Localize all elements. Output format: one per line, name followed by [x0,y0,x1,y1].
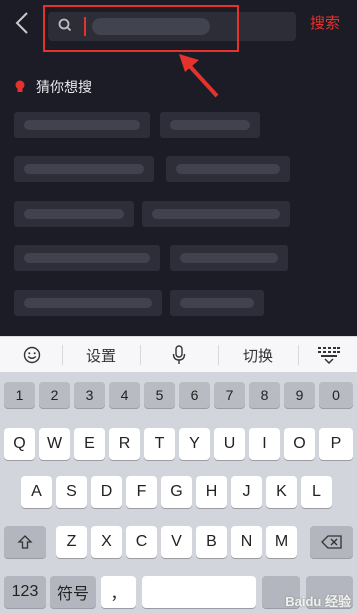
toolbar-divider [62,345,63,365]
key-a[interactable]: A [21,476,52,508]
switch-button[interactable]: 切换 [226,337,290,373]
key-m[interactable]: M [266,526,297,558]
key-g[interactable]: G [161,476,192,508]
key-d[interactable]: D [91,476,122,508]
backspace-icon [320,535,342,549]
key-n[interactable]: N [231,526,262,558]
key-w[interactable]: W [39,428,70,460]
keyboard-toolbar: 设置 切换 [0,336,357,372]
baidu-watermark: Baidu 经验 [285,594,351,609]
key-4[interactable]: 4 [109,382,140,408]
keyboard: 1 2 3 4 5 6 7 8 9 0 Q W E R T Y U I O P … [0,372,357,614]
key-6[interactable]: 6 [179,382,210,408]
suggestion-chip[interactable] [170,290,264,316]
numbers-key[interactable]: 123 [4,576,46,608]
key-i[interactable]: I [249,428,280,460]
key-3[interactable]: 3 [74,382,105,408]
annotation-arrow-icon [179,54,219,98]
key-p[interactable]: P [319,428,353,460]
backspace-key[interactable] [310,526,353,558]
key-u[interactable]: U [214,428,245,460]
key-o[interactable]: O [284,428,315,460]
key-t[interactable]: T [144,428,175,460]
key-2[interactable]: 2 [39,382,70,408]
key-9[interactable]: 9 [284,382,315,408]
search-button[interactable]: 搜索 [310,14,340,34]
key-q[interactable]: Q [4,428,35,460]
symbols-key[interactable]: 符号 [50,576,96,608]
toolbar-divider [218,345,219,365]
key-c[interactable]: C [126,526,157,558]
suggestion-chip[interactable] [14,112,150,138]
key-e[interactable]: E [74,428,105,460]
key-x[interactable]: X [91,526,122,558]
shift-arrow-icon [17,535,33,549]
key-l[interactable]: L [301,476,332,508]
search-page: 搜索 猜你想搜 [0,0,357,336]
key-0[interactable]: 0 [319,382,353,408]
toolbar-divider [140,345,141,365]
key-b[interactable]: B [196,526,227,558]
emoji-icon [23,346,41,364]
suggestion-chip[interactable] [14,290,162,316]
suggestion-chip[interactable] [142,201,290,227]
keyboard-hide-icon [318,347,340,365]
shift-key[interactable] [4,526,46,558]
key-f[interactable]: F [126,476,157,508]
emoji-button[interactable] [8,337,56,373]
key-h[interactable]: H [196,476,227,508]
suggestion-chip[interactable] [160,112,260,138]
key-y[interactable]: Y [179,428,210,460]
suggestion-chip[interactable] [166,156,290,182]
lightbulb-icon [15,80,25,92]
microphone-icon [172,345,186,364]
suggestion-chip[interactable] [14,201,134,227]
suggestion-chip[interactable] [14,156,154,182]
settings-button[interactable]: 设置 [70,337,132,373]
key-v[interactable]: V [161,526,192,558]
key-s[interactable]: S [56,476,87,508]
comma-key[interactable]: ， [101,576,136,608]
back-arrow-icon[interactable] [12,11,34,35]
key-r[interactable]: R [109,428,140,460]
key-7[interactable]: 7 [214,382,245,408]
key-k[interactable]: K [266,476,297,508]
key-z[interactable]: Z [56,526,87,558]
suggestion-chip[interactable] [170,245,288,271]
hide-keyboard-button[interactable] [306,337,352,373]
annotation-highlight-box [43,5,239,52]
suggestion-chip[interactable] [14,245,160,271]
suggestions-title: 猜你想搜 [36,79,92,95]
key-5[interactable]: 5 [144,382,175,408]
space-key[interactable] [142,576,256,608]
key-1[interactable]: 1 [4,382,35,408]
key-j[interactable]: J [231,476,262,508]
toolbar-divider [298,345,299,365]
key-8[interactable]: 8 [249,382,280,408]
voice-input-button[interactable] [150,337,208,373]
